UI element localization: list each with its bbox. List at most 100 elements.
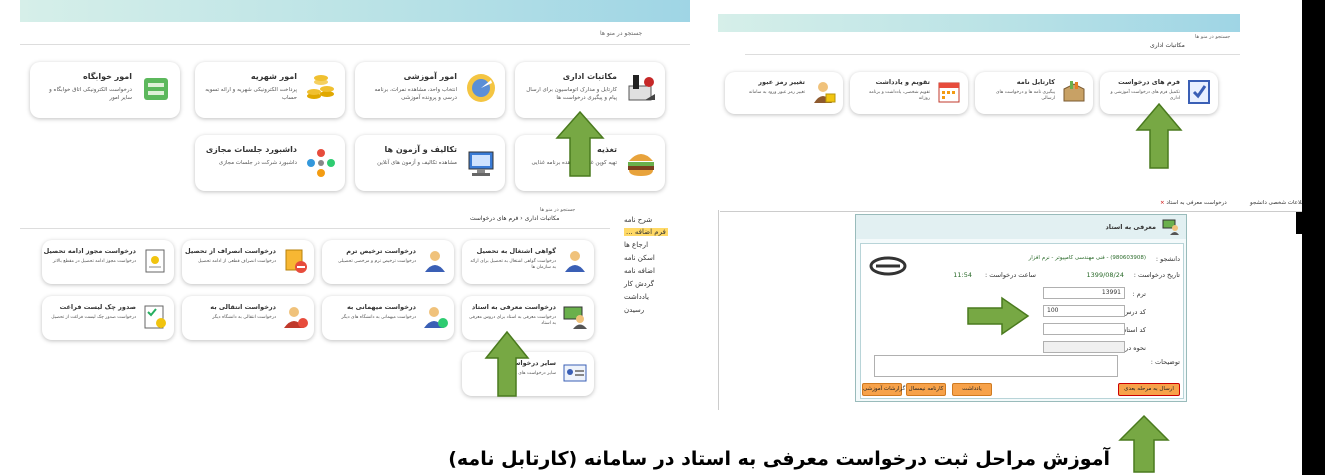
course-group-field[interactable]: [1043, 341, 1125, 353]
course-code-field[interactable]: 100: [1043, 305, 1125, 317]
top-crumb[interactable]: جستجو در منو ها: [1195, 34, 1230, 40]
tile-title: فرم های درخواست: [1118, 78, 1180, 86]
tile-desc: پیگیری نامه ها و درخواست های ارسالی: [996, 90, 1055, 101]
tile-title: صدور چک لیست فراغت: [59, 303, 136, 311]
chevron-left-icon: ‹: [518, 215, 523, 222]
tile-graduation-checklist[interactable]: صدور چک لیست فراغت درخواست صدور چک لیست …: [42, 296, 174, 340]
request-time-value: 11:54: [953, 271, 972, 279]
sidebar-item[interactable]: شرح نامه: [624, 216, 652, 224]
sidebar-item[interactable]: اسکن نامه: [624, 254, 655, 262]
tile-education[interactable]: امور آموزشی انتخاب واحد، مشاهده نمرات، ب…: [355, 62, 505, 118]
teacher-board-icon: [1162, 218, 1180, 236]
tile-title: درخواست انصراف از تحصیل: [185, 247, 276, 255]
close-icon[interactable]: ×: [1160, 200, 1165, 206]
tile-enrollment-certificate[interactable]: گواهی اشتغال به تحصیل درخواست گواهی اشتغ…: [462, 240, 594, 284]
button-education-reports[interactable]: گزارشات آموزشی: [862, 383, 905, 396]
request-date-value: 1399/08/24: [1086, 271, 1124, 279]
course-code-value: 100: [1047, 307, 1059, 314]
breadcrumb: مکاتبات اداری ‹ فرم های درخواست: [470, 215, 559, 222]
tile-desc: درخواست الکترونیکی اتاق خوابگاه و سایر ا…: [49, 87, 132, 101]
sidebar-item[interactable]: گردش کار: [624, 280, 654, 288]
tile-transfer[interactable]: درخواست انتقالی به درخواست انتقالی به دا…: [182, 296, 314, 340]
tile-term-release[interactable]: درخواست ترخیص ترم درخواست ترخیص ترم و مر…: [322, 240, 454, 284]
tile-change-password[interactable]: تغییر رمز عبور تغییر رمز عبور ورود به سا…: [725, 72, 843, 114]
tile-letter-cartable[interactable]: کارتابل نامه پیگیری نامه ها و درخواست ها…: [975, 72, 1093, 114]
teacher-board-icon: [562, 304, 588, 330]
sidebar-item[interactable]: رسیدن: [624, 306, 644, 314]
tab-student-info[interactable]: اطلاعات شخصی دانشجو: [1250, 200, 1307, 206]
tile-desc: مشاهده تکالیف و آزمون های آنلاین: [377, 160, 457, 166]
panel-divider: [718, 210, 719, 410]
right-edge-bar: [1302, 0, 1325, 475]
term-value: 13991: [1101, 289, 1121, 296]
tile-title: تغییر رمز عبور: [758, 78, 805, 86]
top-right-banner: [718, 14, 1240, 32]
breadcrumb-item[interactable]: فرم های درخواست: [470, 215, 518, 222]
teacher-code-field[interactable]: [1043, 323, 1125, 335]
caption: آموزش مراحل ثبت درخواست معرفی به استاد د…: [448, 448, 1110, 470]
tile-title: امور شهریه: [250, 72, 297, 81]
tile-title: مکاتبات اداری: [562, 72, 617, 81]
menu-search-text[interactable]: جستجو در منو ها: [600, 30, 642, 37]
certificate-icon: [142, 248, 168, 274]
sidebar-item[interactable]: ارجاع ها: [624, 241, 648, 249]
tile-withdrawal[interactable]: درخواست انصراف از تحصیل درخواست انصراف ق…: [182, 240, 314, 284]
tile-guest-student[interactable]: درخواست میهمانی به درخواست میهمانی به دا…: [322, 296, 454, 340]
tile-desc: انتخاب واحد، مشاهده نمرات، برنامه درسی و…: [374, 87, 457, 101]
breadcrumb: مکاتبات اداری: [1150, 42, 1185, 49]
document-cancel-icon: [282, 248, 308, 274]
tab-introduce-request[interactable]: درخواست معرفی به استاد ×: [1160, 200, 1227, 206]
dorm-icon: [140, 72, 172, 104]
tile-calendar-notes[interactable]: تقویم و یادداشت تقویم شخصی، یادداشت و بر…: [850, 72, 968, 114]
tile-tuition[interactable]: امور شهریه پرداخت الکترونیکی شهریه و ارا…: [195, 62, 345, 118]
term-label: ترم :: [1132, 290, 1146, 298]
sidebar-item[interactable]: اضافه نامه: [624, 267, 655, 275]
user-lock-icon: [811, 79, 837, 105]
arrow-up-icon: [555, 110, 605, 177]
top-crumb[interactable]: جستجو در منو ها: [540, 207, 575, 213]
tile-desc: تکمیل فرم های درخواست آموزشی و اداری: [1110, 90, 1180, 101]
tile-desc: درخواست معرفی به استاد برای دروس معرفی ب…: [468, 315, 556, 326]
office-icon: [625, 72, 657, 104]
top-left-banner: [20, 0, 690, 22]
tab-label: درخواست معرفی به استاد: [1166, 200, 1227, 206]
tile-title: درخواست مجوز ادامه تحصیل: [43, 247, 136, 255]
right-edge-notch: [1296, 212, 1308, 234]
form-title: معرفی به استاد: [1105, 223, 1156, 231]
button-semester-transcript[interactable]: کارنامه نیمسال: [906, 383, 946, 396]
tile-desc: تقویم شخصی، یادداشت و برنامه روزانه: [868, 90, 930, 101]
student-value: (980603908) - فنی مهندسی کامپیوتر - نرم …: [1028, 255, 1146, 261]
tile-title: تکالیف و آزمون ها: [384, 145, 457, 154]
description-textarea[interactable]: [874, 355, 1118, 377]
tile-continue-study[interactable]: درخواست مجوز ادامه تحصیل درخواست مجوز اد…: [42, 240, 174, 284]
tile-title: تقویم و یادداشت: [875, 78, 930, 86]
breadcrumb-item[interactable]: مکاتبات اداری: [1150, 42, 1185, 49]
tile-title: درخواست میهمانی به: [346, 303, 416, 311]
coins-icon: [305, 72, 337, 104]
checklist-icon: [142, 304, 168, 330]
tile-assignments-exams[interactable]: تکالیف و آزمون ها مشاهده تکالیف و آزمون …: [355, 135, 505, 191]
user-add-icon: [422, 304, 448, 330]
student-icon: [422, 248, 448, 274]
tile-desc: درخواست گواهی اشتغال به تحصیل برای ارائه…: [470, 259, 556, 270]
divider: [20, 44, 690, 45]
tile-desc: کارتابل و مدارک اتوماسیون برای ارسال پیا…: [526, 87, 617, 101]
button-send-next-step[interactable]: ارسال به مرحله بعدی: [1118, 383, 1180, 396]
sidebar-item-active[interactable]: فرم اضافه ...: [624, 228, 668, 236]
sidebar-item[interactable]: یادداشت: [624, 293, 649, 301]
education-icon: [465, 72, 497, 104]
breadcrumb-item[interactable]: مکاتبات اداری: [525, 215, 560, 222]
tile-title: درخواست ترخیص ترم: [346, 247, 416, 255]
button-notes[interactable]: یادداشت: [952, 383, 992, 396]
tile-dormitory[interactable]: امور خوابگاه درخواست الکترونیکی اتاق خوا…: [30, 62, 180, 118]
tile-virtual-meetings[interactable]: داشبورد جلسات مجازی داشبورد شرکت در جلسا…: [195, 135, 345, 191]
tile-desc: درخواست مجوز ادامه تحصیل در مقطع بالاتر: [52, 259, 136, 264]
tile-desc: تغییر رمز عبور ورود به سامانه: [748, 90, 805, 95]
tile-title: امور خوابگاه: [82, 72, 132, 81]
tile-title: درخواست انتقالی به: [210, 303, 276, 311]
food-icon: [625, 147, 657, 179]
id-card-icon: [562, 360, 588, 386]
tile-desc: داشبورد شرکت در جلسات مجازی: [218, 160, 297, 166]
term-field[interactable]: 13991: [1043, 287, 1125, 299]
tab-bar: [720, 198, 1320, 212]
